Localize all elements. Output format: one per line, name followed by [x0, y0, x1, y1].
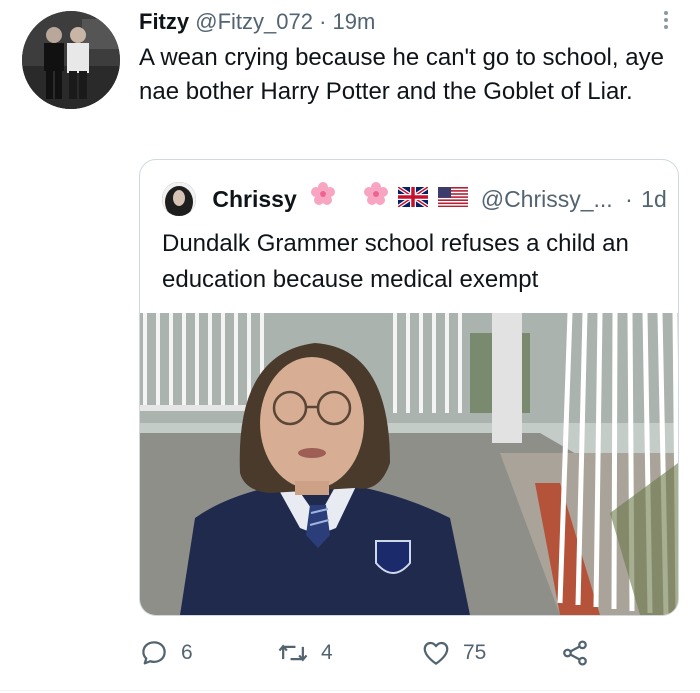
- like-button[interactable]: 75: [421, 635, 486, 671]
- author-name[interactable]: Fitzy: [139, 9, 189, 34]
- share-icon: [563, 640, 587, 666]
- quoted-tweet-header: Chrissy @Chrissy_... · 1d: [162, 180, 667, 217]
- quoted-tweet-photo[interactable]: [140, 313, 678, 615]
- reply-icon: [142, 641, 166, 665]
- separator-dot: ·: [319, 9, 327, 34]
- quoted-tweet-card[interactable]: Chrissy @Chrissy_... · 1d Dundalk Gramme…: [139, 159, 679, 616]
- retweet-icon: [278, 644, 308, 662]
- heart-icon: [423, 641, 449, 665]
- author-handle[interactable]: @Fitzy_072: [195, 9, 313, 34]
- like-count: 75: [463, 641, 487, 664]
- retweet-button[interactable]: 4: [277, 635, 333, 671]
- cherry-blossom-icon: [309, 180, 337, 217]
- quoted-tweet-time: 1d: [641, 185, 667, 212]
- author-avatar[interactable]: [22, 11, 120, 109]
- separator-dot: ·: [625, 185, 633, 212]
- quoted-author-name: Chrissy: [212, 185, 297, 212]
- quoted-tweet-text: Dundalk Grammer school refuses a child a…: [162, 230, 629, 293]
- reply-button[interactable]: 6: [139, 635, 193, 671]
- us-flag-icon: [438, 182, 469, 216]
- divider: [0, 690, 700, 691]
- quoted-author-avatar: [162, 181, 196, 216]
- tweet-action-bar: 6 4 75: [139, 635, 679, 671]
- uk-flag-icon: [396, 182, 430, 216]
- tweet-time[interactable]: 19m: [333, 9, 376, 34]
- retweet-count: 4: [321, 641, 333, 664]
- reply-count: 6: [181, 641, 193, 664]
- more-options-icon[interactable]: [662, 8, 670, 32]
- quoted-author-handle: @Chrissy_...: [480, 185, 613, 212]
- tweet-text: A wean crying because he can't go to sch…: [139, 44, 664, 105]
- tweet-header: Fitzy @Fitzy_072 · 19m: [139, 8, 375, 36]
- cherry-blossom-icon: [362, 180, 390, 217]
- share-button[interactable]: [559, 635, 603, 671]
